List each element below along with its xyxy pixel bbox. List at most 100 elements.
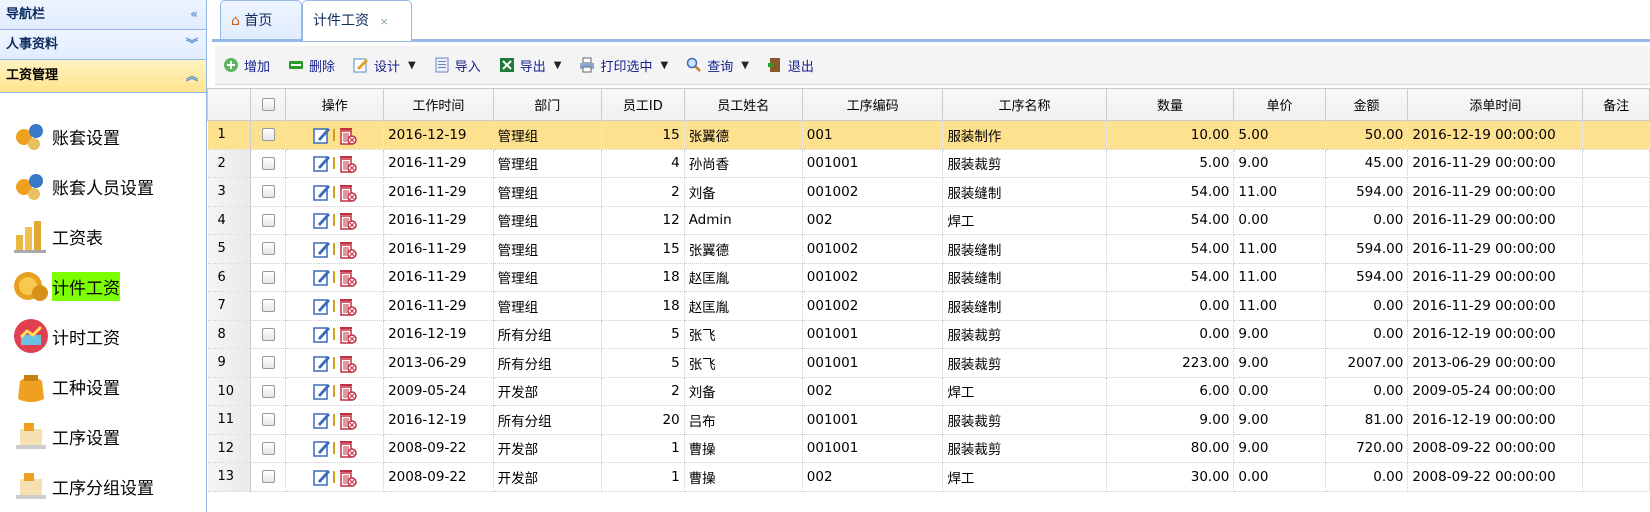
row-checkbox-cell[interactable]	[250, 234, 287, 264]
edit-icon[interactable]	[312, 439, 331, 457]
column-header[interactable]: 部门	[492, 88, 603, 121]
print-selected-button[interactable]: 打印选中 ▼	[571, 50, 676, 80]
table-row[interactable]: 2 2016-11-29 管理组 4 孙尚香 001001 服装裁剪 5.00 9.00 45.0…	[207, 149, 1650, 178]
select-all-checkbox-cell[interactable]	[249, 88, 287, 121]
table-row[interactable]: 1 2016-12-19 管理组 15 张翼德 001 服装制作 10.00 5.00 50.00…	[207, 120, 1650, 150]
trash-icon[interactable]	[337, 210, 357, 230]
table-row[interactable]: 8 2016-12-19 所有分组 5 张飞 001001 服装裁剪 0.00 9.00 0.00…	[207, 320, 1650, 349]
table-row[interactable]: 6 2016-11-29 管理组 18 赵匡胤 001002 服装缝制 54.00 11.00 5…	[207, 263, 1650, 292]
row-checkbox-cell[interactable]	[250, 320, 287, 349]
dropdown-arrow-icon[interactable]: ▼	[661, 60, 669, 71]
column-header[interactable]: 员工ID	[601, 88, 685, 121]
edit-icon[interactable]	[312, 211, 331, 229]
row-checkbox[interactable]	[261, 128, 275, 142]
column-header[interactable]: 工序名称	[942, 88, 1107, 121]
design-button[interactable]: 设计 ▼	[345, 50, 424, 80]
trash-icon[interactable]	[337, 239, 357, 259]
edit-icon[interactable]	[312, 354, 331, 372]
row-checkbox-cell[interactable]	[250, 206, 287, 235]
trash-icon[interactable]	[337, 267, 357, 287]
sidebar-item-job-type[interactable]: 工种设置	[0, 361, 206, 411]
row-checkbox-cell[interactable]	[250, 348, 287, 378]
row-checkbox-cell[interactable]	[250, 263, 287, 292]
expand-down-icon[interactable]: ︾	[186, 30, 198, 59]
row-checkbox-cell[interactable]	[250, 149, 287, 178]
sidebar-item-hourly-wage[interactable]: 计时工资	[0, 311, 206, 361]
table-row[interactable]: 4 2016-11-29 管理组 12 Admin 002 焊工 54.00 0.00 0.00 2…	[207, 206, 1650, 235]
edit-icon[interactable]	[312, 126, 331, 144]
table-row[interactable]: 7 2016-11-29 管理组 18 赵匡胤 001002 服装缝制 0.00 11.00 0.…	[207, 291, 1650, 321]
sidebar-item-wage-table[interactable]: 工资表	[0, 211, 206, 261]
sidebar-item-account-people[interactable]: 账套人员设置	[0, 161, 206, 211]
trash-icon[interactable]	[337, 353, 357, 373]
column-header[interactable]: 员工姓名	[683, 88, 803, 121]
tab-home[interactable]: ⌂ 首页	[220, 0, 302, 39]
dropdown-arrow-icon[interactable]: ▼	[554, 60, 562, 71]
column-header[interactable]: 单价	[1233, 88, 1326, 121]
collapse-left-icon[interactable]: «	[190, 0, 198, 29]
row-checkbox[interactable]	[261, 156, 275, 170]
column-header[interactable]: 操作	[285, 88, 385, 121]
row-checkbox[interactable]	[261, 185, 275, 199]
collapse-up-icon[interactable]: ︽	[186, 60, 198, 92]
column-header[interactable]: 工作时间	[383, 88, 494, 121]
sidebar-item-process[interactable]: 工序设置	[0, 411, 206, 461]
export-button[interactable]: 导出 ▼	[491, 50, 570, 80]
row-checkbox-cell[interactable]	[250, 120, 287, 150]
row-checkbox[interactable]	[261, 299, 275, 313]
row-checkbox-cell[interactable]	[250, 405, 287, 435]
trash-icon[interactable]	[337, 438, 357, 458]
query-button[interactable]: 查询 ▼	[678, 50, 757, 80]
sidebar-item-account-set[interactable]: 账套设置	[0, 111, 206, 161]
dropdown-arrow-icon[interactable]: ▼	[408, 60, 416, 71]
personnel-panel-header[interactable]: 人事资料 ︾	[0, 30, 206, 60]
exit-button[interactable]: 退出	[759, 50, 822, 80]
trash-icon[interactable]	[337, 182, 357, 202]
row-checkbox[interactable]	[261, 213, 275, 227]
row-checkbox-cell[interactable]	[250, 462, 287, 492]
edit-icon[interactable]	[312, 297, 331, 315]
edit-icon[interactable]	[312, 411, 331, 429]
row-checkbox[interactable]	[261, 327, 275, 341]
table-row[interactable]: 13 2008-09-22 开发部 1 曹操 002 焊工 30.00 0.00 0.00 2008…	[207, 462, 1650, 492]
row-checkbox[interactable]	[261, 470, 275, 484]
table-row[interactable]: 3 2016-11-29 管理组 2 刘备 001002 服装缝制 54.00 11.00 594…	[207, 177, 1650, 207]
trash-icon[interactable]	[337, 125, 357, 145]
row-checkbox-cell[interactable]	[250, 377, 287, 406]
sidebar-item-piecework-wage[interactable]: 计件工资	[0, 261, 206, 311]
add-button[interactable]: 增加	[215, 50, 278, 80]
column-header[interactable]: 数量	[1105, 88, 1235, 121]
trash-icon[interactable]	[337, 410, 357, 430]
table-row[interactable]: 9 2013-06-29 所有分组 5 张飞 001001 服装裁剪 223.00 9.00 20…	[207, 348, 1650, 378]
column-header[interactable]: 金额	[1324, 88, 1409, 121]
row-checkbox[interactable]	[261, 356, 275, 370]
row-checkbox[interactable]	[261, 413, 275, 427]
nav-panel-header[interactable]: 导航栏 «	[0, 0, 206, 30]
trash-icon[interactable]	[337, 324, 357, 344]
edit-icon[interactable]	[312, 183, 331, 201]
row-checkbox[interactable]	[261, 242, 275, 256]
sidebar-item-process-group[interactable]: 工序分组设置	[0, 461, 206, 511]
column-header[interactable]: 工序编码	[801, 88, 944, 121]
trash-icon[interactable]	[337, 153, 357, 173]
row-checkbox-cell[interactable]	[250, 291, 287, 321]
edit-icon[interactable]	[312, 154, 331, 172]
table-row[interactable]: 10 2009-05-24 开发部 2 刘备 002 焊工 6.00 0.00 0.00 2009-…	[207, 377, 1650, 406]
row-checkbox[interactable]	[261, 384, 275, 398]
row-checkbox[interactable]	[261, 441, 275, 455]
table-row[interactable]: 11 2016-12-19 所有分组 20 吕布 001001 服装裁剪 9.00 9.00 81…	[207, 405, 1650, 435]
tab-piecework-wage[interactable]: 计件工资 ×	[302, 0, 412, 41]
column-header[interactable]: 添单时间	[1407, 88, 1584, 121]
trash-icon[interactable]	[337, 296, 357, 316]
close-icon[interactable]: ×	[379, 15, 388, 28]
dropdown-arrow-icon[interactable]: ▼	[741, 60, 749, 71]
column-header[interactable]: 备注	[1582, 88, 1650, 121]
wage-panel-header[interactable]: 工资管理 ︽	[0, 60, 206, 93]
select-all-checkbox[interactable]	[261, 98, 275, 111]
table-row[interactable]: 5 2016-11-29 管理组 15 张翼德 001002 服装缝制 54.00 11.00 5…	[207, 234, 1650, 264]
row-checkbox-cell[interactable]	[250, 434, 287, 463]
row-checkbox[interactable]	[261, 270, 275, 284]
edit-icon[interactable]	[312, 240, 331, 258]
delete-button[interactable]: 删除	[280, 50, 343, 80]
edit-icon[interactable]	[312, 468, 331, 486]
